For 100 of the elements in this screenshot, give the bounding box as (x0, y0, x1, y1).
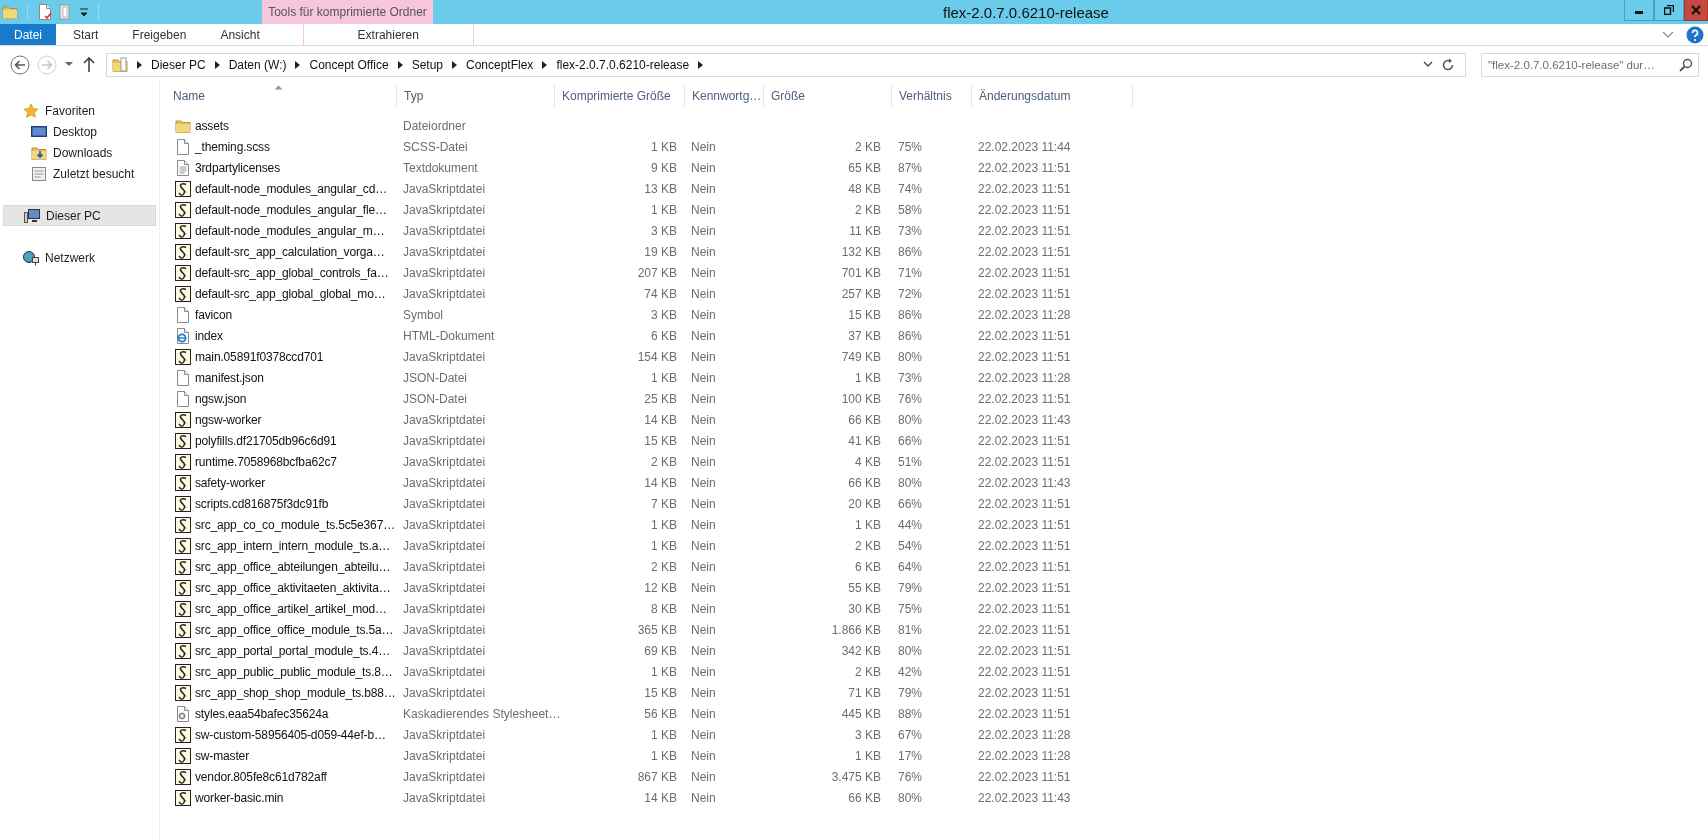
file-name[interactable]: ngsw.json (195, 391, 247, 406)
script-file-icon (175, 621, 191, 638)
column-header[interactable]: Größe (764, 85, 892, 107)
caret-icon[interactable] (541, 60, 549, 70)
file-name[interactable]: default-src_app_calculation_vorga… (195, 244, 385, 259)
up-button[interactable] (81, 55, 97, 75)
file-name[interactable]: src_app_shop_shop_module_ts.b88… (195, 685, 396, 700)
breadcrumb[interactable]: flex-2.0.7.0.6210-release (556, 58, 690, 72)
refresh-icon[interactable] (1441, 58, 1455, 72)
stylesheet-file-icon (175, 705, 191, 722)
file-size: 342 KB (841, 643, 881, 658)
sidebar-item[interactable]: Dieser PC (3, 205, 156, 226)
file-size: 2 KB (855, 538, 881, 553)
modified-date: 22.02.2023 11:51 (978, 496, 1071, 511)
properties-icon[interactable] (37, 4, 53, 20)
file-size: 66 KB (848, 790, 881, 805)
file-name[interactable]: src_app_office_abteilungen_abteilu… (195, 559, 391, 574)
back-button[interactable] (10, 55, 30, 75)
file-type: JavaSkriptdatei (403, 685, 486, 700)
file-name[interactable]: _theming.scss (195, 139, 270, 154)
restore-icon (1664, 5, 1674, 15)
file-name[interactable]: polyfills.df21705db96c6d91 (195, 433, 337, 448)
file-name[interactable]: src_app_office_aktivitaeten_aktivita… (195, 580, 391, 595)
file-name[interactable]: default-node_modules_angular_fle… (195, 202, 387, 217)
modified-date: 22.02.2023 11:51 (978, 433, 1071, 448)
breadcrumb[interactable]: Concept Office (309, 58, 389, 72)
password-status: Nein (691, 643, 716, 658)
breadcrumb[interactable]: Daten (W:) (228, 58, 287, 72)
sidebar-item[interactable]: Netzwerk (3, 247, 156, 268)
sort-ascending-icon (274, 85, 283, 90)
sidebar-item[interactable]: Desktop (3, 121, 156, 142)
sidebar-item[interactable]: Downloads (3, 142, 156, 163)
chevron-down-icon[interactable] (1423, 61, 1433, 69)
minimize-button[interactable] (1624, 0, 1654, 21)
file-name[interactable]: vendor.805fe8c61d782aff (195, 769, 327, 784)
modified-date: 22.02.2023 11:51 (978, 160, 1071, 175)
file-name[interactable]: default-src_app_global_controls_fa… (195, 265, 389, 280)
script-file-icon (175, 495, 191, 512)
file-name[interactable]: src_app_office_artikel_artikel_mod… (195, 601, 387, 616)
file-name[interactable]: styles.eaa54bafec35624a (195, 706, 329, 721)
search-field[interactable]: "flex-2.0.7.0.6210-release" dur… (1481, 53, 1699, 77)
caret-icon[interactable] (697, 60, 705, 70)
computer-icon (24, 207, 40, 224)
sidebar-item[interactable]: Zuletzt besucht (3, 163, 156, 184)
address-bar[interactable]: Dieser PC Daten (W:) Concept Office Setup ConceptFlex flex-2.0.7.0.6210-release (106, 53, 1466, 77)
column-header[interactable]: Typ (397, 85, 555, 107)
password-status: Nein (691, 223, 716, 238)
modified-date: 22.02.2023 11:28 (978, 370, 1071, 385)
help-icon[interactable] (1686, 25, 1704, 44)
column-header[interactable]: Kennwortg… (685, 85, 764, 107)
file-name[interactable]: safety-worker (195, 475, 266, 490)
breadcrumb[interactable]: Dieser PC (151, 58, 206, 72)
caret-icon[interactable] (294, 60, 302, 70)
file-name[interactable]: default-node_modules_angular_cd… (195, 181, 387, 196)
file-name[interactable]: default-src_app_global_global_mo… (195, 286, 386, 301)
modified-date: 22.02.2023 11:51 (978, 349, 1071, 364)
file-name[interactable]: sw-custom-58956405-d059-44ef-b… (195, 727, 386, 742)
compressed-size: 19 KB (644, 244, 677, 259)
modified-date: 22.02.2023 11:51 (978, 202, 1071, 217)
file-name[interactable]: src_app_public_public_module_ts.8… (195, 664, 393, 679)
file-name[interactable]: src_app_intern_intern_module_ts.a… (195, 538, 391, 553)
caret-icon[interactable] (396, 60, 404, 70)
modified-date: 22.02.2023 11:51 (978, 391, 1071, 406)
caret-icon[interactable] (136, 60, 143, 70)
compressed-size: 867 KB (637, 769, 677, 784)
close-button[interactable] (1684, 0, 1708, 21)
compression-ratio: 86% (898, 328, 923, 343)
modified-date: 22.02.2023 11:51 (978, 685, 1071, 700)
breadcrumb[interactable]: Setup (411, 58, 443, 72)
sidebar-item[interactable]: Favoriten (3, 100, 156, 121)
file-name[interactable]: manifest.json (195, 370, 264, 385)
caret-icon[interactable] (451, 60, 458, 70)
file-name[interactable]: worker-basic.min (195, 790, 284, 805)
column-header[interactable]: Komprimierte Größe (555, 85, 685, 107)
file-name[interactable]: 3rdpartylicenses (195, 160, 280, 175)
file-name[interactable]: assets (195, 118, 229, 133)
ribbon-tab[interactable]: Datei (0, 24, 56, 45)
file-name[interactable]: src_app_office_office_module_ts.5a… (195, 622, 394, 637)
file-name[interactable]: src_app_portal_portal_module_ts.4… (195, 643, 391, 658)
expand-ribbon-icon[interactable] (1662, 30, 1674, 39)
file-name[interactable]: main.05891f0378ccd701 (195, 349, 324, 364)
file-size: 6 KB (855, 559, 881, 574)
file-name[interactable]: ngsw-worker (195, 412, 262, 427)
caret-icon[interactable] (213, 60, 221, 70)
script-file-icon (175, 453, 191, 470)
column-header[interactable]: Änderungsdatum (972, 85, 1133, 107)
file-name[interactable]: favicon (195, 307, 232, 322)
file-name[interactable]: src_app_co_co_module_ts.5c5e367… (195, 517, 395, 532)
file-name[interactable]: index (195, 328, 223, 343)
file-name[interactable]: scripts.cd816875f3dc91fb (195, 496, 329, 511)
compression-ratio: 66% (898, 496, 923, 511)
file-name[interactable]: sw-master (195, 748, 249, 763)
column-header[interactable]: Name (160, 85, 397, 107)
breadcrumb[interactable]: ConceptFlex (466, 58, 534, 72)
restore-button[interactable] (1654, 0, 1684, 21)
column-header[interactable]: Verhältnis (892, 85, 972, 107)
file-name[interactable]: default-node_modules_angular_m… (195, 223, 385, 238)
file-name[interactable]: runtime.7058968bcfba62c7 (195, 454, 337, 469)
ribbon-tab[interactable]: Extrahieren (302, 24, 474, 45)
file-type: JavaSkriptdatei (403, 223, 486, 238)
